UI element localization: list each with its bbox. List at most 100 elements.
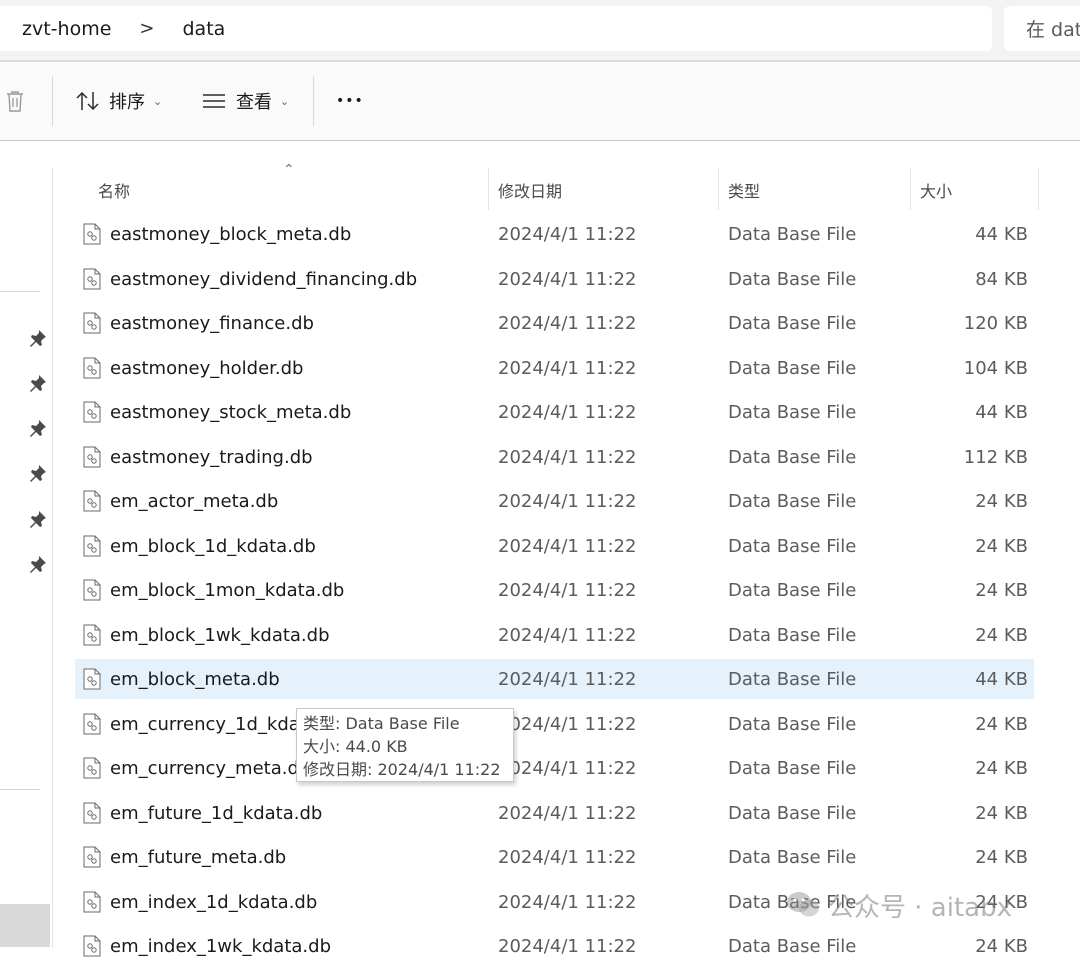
search-input[interactable]: 在 dat xyxy=(1004,6,1080,51)
tooltip-date: 修改日期: 2024/4/1 11:22 xyxy=(303,760,501,779)
file-row[interactable]: em_currency_1d_kdata 2024/4/1 11:22 Data B… xyxy=(75,704,1034,744)
sort-label: 排序 xyxy=(109,92,145,113)
tooltip-size: 大小: 44.0 KB xyxy=(303,737,408,756)
file-date-modified: 2024/4/1 11:22 xyxy=(498,446,637,468)
db-file-icon xyxy=(83,668,101,690)
file-row[interactable]: em_block_meta.db 2024/4/1 11:22 Data Base … xyxy=(75,659,1034,699)
file-date-modified: 2024/4/1 11:22 xyxy=(498,491,637,512)
db-file-icon xyxy=(83,401,101,423)
file-date-modified: 2024/4/1 11:22 xyxy=(498,224,637,245)
more-options-button[interactable]: ••• xyxy=(336,84,364,118)
file-type: Data Base File xyxy=(728,268,857,290)
breadcrumb-data[interactable]: data xyxy=(154,18,225,40)
pin-icon[interactable] xyxy=(28,373,48,393)
file-row[interactable]: em_future_1d_kdata.db 2024/4/1 11:22 Data … xyxy=(75,793,1034,833)
file-size: 24 KB xyxy=(975,847,1028,868)
db-file-icon xyxy=(83,490,101,512)
file-row[interactable]: eastmoney_trading.db 2024/4/1 11:22 Data B… xyxy=(75,437,1034,477)
breadcrumb-separator[interactable]: > xyxy=(111,18,154,39)
db-file-icon xyxy=(83,846,101,868)
view-button[interactable]: 查看 ⌄ xyxy=(202,84,289,118)
file-row[interactable]: em_currency_meta.db 2024/4/1 11:22 Data Ba… xyxy=(75,748,1034,788)
file-type: Data Base File xyxy=(728,847,857,868)
file-type: Data Base File xyxy=(728,624,857,646)
file-size: 120 KB xyxy=(963,313,1028,334)
nav-selected-item[interactable] xyxy=(0,904,50,947)
file-type: Data Base File xyxy=(728,535,857,557)
search-placeholder: 在 dat xyxy=(1026,19,1080,41)
wechat-icon xyxy=(787,892,819,917)
navigation-pane[interactable] xyxy=(0,168,53,947)
db-file-icon xyxy=(83,935,101,957)
file-row[interactable]: eastmoney_finance.db 2024/4/1 11:22 Data B… xyxy=(75,303,1034,343)
db-file-icon xyxy=(83,579,101,601)
file-date-modified: 2024/4/1 11:22 xyxy=(498,624,637,646)
file-row[interactable]: em_actor_meta.db 2024/4/1 11:22 Data Base … xyxy=(75,481,1034,521)
column-divider[interactable] xyxy=(488,168,489,210)
column-date-modified[interactable]: 修改日期 xyxy=(498,178,562,202)
pin-icon[interactable] xyxy=(28,463,48,483)
sort-button[interactable]: 排序 ⌄ xyxy=(75,84,162,118)
db-file-icon xyxy=(83,223,101,245)
file-date-modified: 2024/4/1 11:22 xyxy=(498,802,637,824)
trash-icon xyxy=(7,91,23,112)
file-row[interactable]: eastmoney_block_meta.db 2024/4/1 11:22 Dat… xyxy=(75,214,1034,254)
file-type: Data Base File xyxy=(728,357,857,379)
file-size: 24 KB xyxy=(975,713,1028,735)
file-size: 104 KB xyxy=(963,357,1028,379)
column-type[interactable]: 类型 xyxy=(728,178,760,202)
file-name: eastmoney_stock_meta.db xyxy=(110,402,352,423)
db-file-icon xyxy=(83,535,101,556)
file-size: 112 KB xyxy=(963,446,1028,468)
file-row[interactable]: em_index_1wk_kdata.db 2024/4/1 11:22 Data … xyxy=(75,926,1034,966)
file-name: em_currency_1d_kdata xyxy=(110,713,318,735)
nav-divider xyxy=(0,789,40,790)
nav-divider xyxy=(0,291,40,292)
delete-button[interactable] xyxy=(4,84,26,118)
file-name: em_actor_meta.db xyxy=(110,491,279,512)
file-row[interactable]: em_future_meta.db 2024/4/1 11:22 Data Base… xyxy=(75,837,1034,877)
file-name: em_future_1d_kdata.db xyxy=(110,802,323,824)
file-size: 24 KB xyxy=(975,802,1028,824)
file-row[interactable]: em_block_1d_kdata.db 2024/4/1 11:22 Data B… xyxy=(75,526,1034,566)
file-type: Data Base File xyxy=(728,802,857,824)
file-name: em_block_1wk_kdata.db xyxy=(110,624,330,646)
db-file-icon xyxy=(83,268,101,289)
file-type: Data Base File xyxy=(728,580,857,601)
file-type: Data Base File xyxy=(728,224,857,245)
file-row[interactable]: em_block_1mon_kdata.db 2024/4/1 11:22 Data… xyxy=(75,570,1034,610)
file-row[interactable]: em_block_1wk_kdata.db 2024/4/1 11:22 Data … xyxy=(75,615,1034,655)
column-name[interactable]: 名称 xyxy=(98,178,130,202)
file-type: Data Base File xyxy=(728,758,857,779)
file-type: Data Base File xyxy=(728,491,857,512)
db-file-icon xyxy=(83,802,101,823)
file-date-modified: 2024/4/1 11:22 xyxy=(498,268,637,290)
breadcrumb-zvt-home[interactable]: zvt-home xyxy=(0,18,111,40)
address-row: zvt-home > data 在 dat xyxy=(0,0,1080,60)
file-name: em_currency_meta.db xyxy=(110,758,311,779)
column-divider[interactable] xyxy=(718,168,719,210)
pin-icon[interactable] xyxy=(28,509,48,529)
view-label: 查看 xyxy=(236,92,272,113)
toolbar-separator xyxy=(52,76,53,126)
column-divider[interactable] xyxy=(910,168,911,210)
watermark-text: 公众号 · aitabx xyxy=(828,892,1012,923)
pin-icon[interactable] xyxy=(28,418,48,438)
pin-icon[interactable] xyxy=(28,554,48,574)
db-file-icon xyxy=(83,757,101,779)
breadcrumb[interactable]: zvt-home > data xyxy=(0,6,992,51)
db-file-icon xyxy=(83,312,101,334)
file-row[interactable]: eastmoney_holder.db 2024/4/1 11:22 Data Ba… xyxy=(75,348,1034,388)
tooltip-type: 类型: Data Base File xyxy=(303,714,460,733)
toolbar-separator xyxy=(313,76,314,126)
file-size: 24 KB xyxy=(975,580,1028,601)
file-name: eastmoney_dividend_financing.db xyxy=(110,268,418,290)
file-size: 24 KB xyxy=(975,491,1028,512)
file-row[interactable]: eastmoney_dividend_financing.db 2024/4/1 … xyxy=(75,259,1034,299)
chevron-down-icon: ⌄ xyxy=(153,94,163,108)
column-divider[interactable] xyxy=(1038,168,1039,210)
pin-icon[interactable] xyxy=(28,328,48,348)
file-row[interactable]: eastmoney_stock_meta.db 2024/4/1 11:22 Dat… xyxy=(75,392,1034,432)
column-size[interactable]: 大小 xyxy=(920,178,952,202)
file-date-modified: 2024/4/1 11:22 xyxy=(498,313,637,334)
